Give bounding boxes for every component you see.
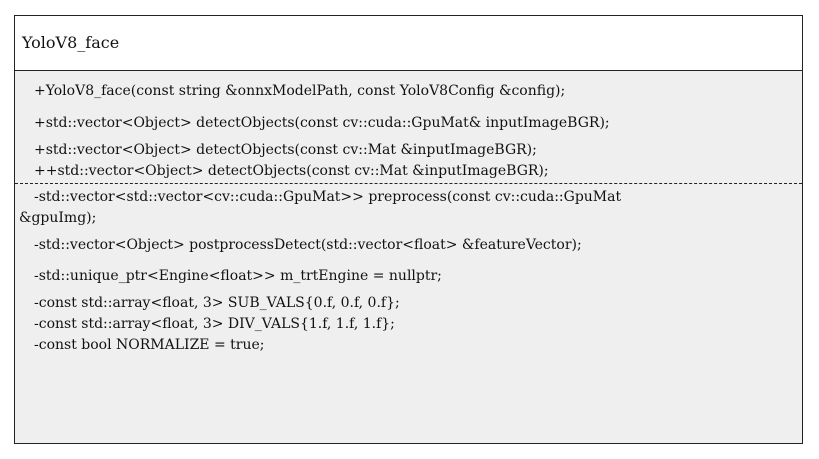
private-member: -const bool NORMALIZE = true; xyxy=(34,337,265,353)
private-member: -std::vector<Object> postprocessDetect(s… xyxy=(34,237,582,253)
private-member-continuation: &gpuImg); xyxy=(19,210,97,226)
public-member: +std::vector<Object> detectObjects(const… xyxy=(34,142,537,158)
section-divider xyxy=(15,183,802,184)
class-name: YoloV8_face xyxy=(22,33,120,52)
public-member: +YoloV8_face(const string &onnxModelPath… xyxy=(34,83,566,99)
private-member: -std::vector<std::vector<cv::cuda::GpuMa… xyxy=(34,189,622,205)
class-header: YoloV8_face xyxy=(15,16,802,71)
uml-class-box: YoloV8_face +YoloV8_face(const string &o… xyxy=(14,15,803,444)
private-member: -const std::array<float, 3> SUB_VALS{0.f… xyxy=(34,295,400,311)
public-member: +std::vector<Object> detectObjects(const… xyxy=(34,115,610,131)
private-member: -std::unique_ptr<Engine<float>> m_trtEng… xyxy=(34,268,442,284)
private-member: -const std::array<float, 3> DIV_VALS{1.f… xyxy=(34,316,395,332)
public-member: ++std::vector<Object> detectObjects(cons… xyxy=(34,163,549,179)
